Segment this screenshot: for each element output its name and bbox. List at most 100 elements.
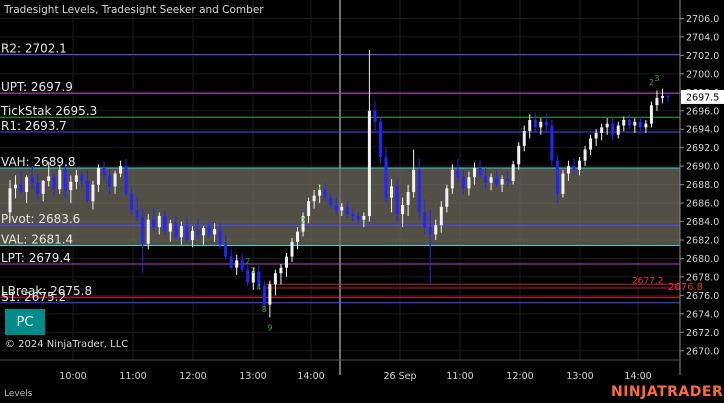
level-label: Pivot: 2683.6 (1, 212, 80, 226)
candle-body (152, 219, 156, 228)
candle-body (561, 173, 565, 194)
candle-body (500, 179, 504, 185)
candle-body (290, 241, 294, 257)
value-area-box (0, 168, 680, 246)
candle-body (544, 121, 548, 126)
candle-body (644, 123, 648, 128)
candle-body (594, 132, 598, 139)
price-tick-label: 2674.0 (686, 309, 719, 320)
value-area-fill (0, 168, 680, 246)
price-tick-label: 2694.0 (686, 125, 719, 136)
candle-body (307, 201, 311, 216)
candle-body (85, 180, 89, 202)
last-price-label: 2697.5 (686, 92, 719, 103)
signal-marker: 3 (251, 266, 256, 275)
candle-body (622, 120, 626, 126)
candle-body (334, 204, 338, 211)
signal-marker: 2 (301, 216, 306, 225)
candle-body (539, 121, 543, 128)
candle-body (638, 121, 642, 128)
price-tick-label: 2672.0 (686, 328, 719, 339)
time-tick-label: 12:00 (179, 371, 206, 382)
ninjatrader-logo: NINJATRADER (611, 384, 724, 400)
candle-body (533, 120, 537, 128)
candle-body (296, 231, 300, 242)
candle-body (96, 168, 100, 185)
candle-body (19, 184, 23, 192)
time-tick-label: 14:00 (624, 371, 651, 382)
candle-body (356, 216, 360, 220)
candle-body (30, 177, 34, 183)
candle-body (478, 168, 482, 176)
candle-body (246, 269, 250, 283)
price-tick-label: 2692.0 (686, 143, 719, 154)
candle-body (367, 110, 371, 216)
candle-body (472, 168, 476, 178)
price-tick-label: 2678.0 (686, 272, 719, 283)
candle-body (312, 195, 316, 202)
time-tick-label: 11:00 (119, 371, 146, 382)
candle-body (412, 169, 416, 192)
candle-body (445, 188, 449, 207)
candle-body (229, 256, 233, 268)
candle-body (52, 176, 56, 190)
candle-body (108, 175, 112, 187)
candle-body (351, 214, 355, 216)
level-label: R1: 2693.7 (1, 119, 67, 133)
candle-body (566, 166, 570, 174)
candle-body (378, 121, 382, 157)
candle-body (190, 230, 194, 240)
candle-body (589, 138, 593, 150)
time-tick-label: 12:00 (506, 371, 533, 382)
candle-body (58, 169, 62, 190)
level-label: VAL: 2681.4 (1, 233, 73, 247)
candle-body (439, 206, 443, 226)
candle-body (450, 169, 454, 189)
chart-title: Tradesight Levels, Tradesight Seeker and… (4, 4, 264, 16)
time-tick-label: 26 Sep (383, 371, 416, 382)
candle-body (213, 228, 217, 235)
candle-body (456, 169, 460, 178)
price-tick-label: 2686.0 (686, 199, 719, 210)
candle-body (240, 260, 244, 270)
time-tick-label: 11:00 (446, 371, 473, 382)
candle-body (146, 219, 150, 244)
candle-body (135, 210, 139, 217)
candle-body (506, 179, 510, 181)
candle-body (655, 97, 659, 106)
candle-body (434, 225, 438, 235)
candle-body (196, 230, 200, 236)
candle-body (583, 149, 587, 161)
panel-tab-levels[interactable]: Levels (4, 389, 32, 399)
candle-body (345, 206, 349, 215)
candle-body (528, 120, 532, 132)
candle-body (340, 206, 344, 211)
candle-body (417, 169, 421, 213)
candle-body (47, 176, 51, 181)
level-label: LPT: 2679.4 (1, 251, 71, 265)
candle-body (555, 160, 559, 194)
candle-body (102, 168, 106, 176)
candle-body (627, 120, 631, 126)
candle-body (406, 192, 410, 205)
candle-body (262, 286, 266, 305)
candle-body (484, 175, 488, 183)
candle-body (511, 164, 515, 181)
candle-body (605, 123, 609, 128)
price-axis[interactable]: 2670.0 2672.0 2674.0 2676.0 2678.0 2680.0 2682… (679, 0, 724, 375)
time-tick-label: 14:00 (297, 371, 324, 382)
candle-body (80, 175, 84, 181)
candle-body (124, 166, 128, 194)
red-level-label: 2677.2 (632, 276, 664, 286)
signal-marker: 9 (267, 323, 272, 332)
candle-body (616, 125, 620, 135)
candle-body (323, 190, 327, 198)
candle-body (284, 256, 288, 268)
pc-button[interactable]: PC (5, 309, 45, 335)
candle-body (489, 177, 493, 183)
candle-body (168, 223, 172, 232)
candle-body (91, 184, 95, 202)
candle-body (74, 175, 78, 182)
candle-body (113, 173, 117, 187)
candle-body (25, 177, 29, 192)
